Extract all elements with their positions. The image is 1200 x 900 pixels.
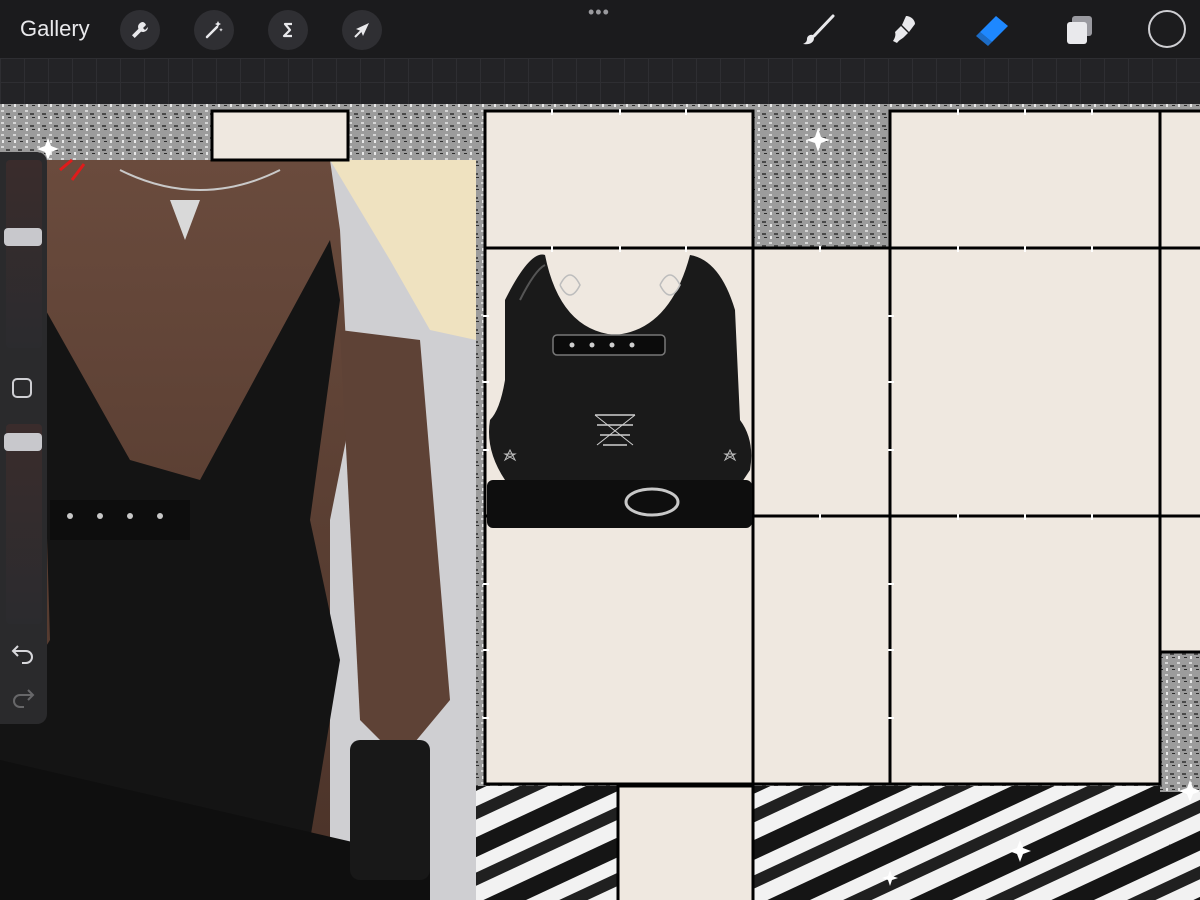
canvas-grid-backdrop bbox=[0, 58, 1200, 104]
wrench-icon[interactable] bbox=[120, 10, 160, 50]
color-picker-swatch[interactable] bbox=[1148, 10, 1186, 48]
redo-icon[interactable] bbox=[10, 684, 36, 708]
opacity-thumb[interactable] bbox=[4, 433, 42, 451]
transform-arrow-icon[interactable] bbox=[342, 10, 382, 50]
collage-artwork bbox=[0, 104, 1200, 900]
brush-icon[interactable] bbox=[798, 10, 838, 50]
selection-s-icon[interactable] bbox=[268, 10, 308, 50]
eraser-icon[interactable] bbox=[972, 10, 1012, 50]
more-options-icon[interactable]: ••• bbox=[588, 2, 610, 23]
square-modify-icon[interactable] bbox=[12, 378, 32, 398]
layers-icon[interactable] bbox=[1060, 10, 1100, 50]
brush-sidebar bbox=[0, 152, 47, 724]
smudge-icon[interactable] bbox=[884, 10, 924, 50]
undo-icon[interactable] bbox=[10, 640, 36, 664]
brush-size-thumb[interactable] bbox=[4, 228, 42, 246]
magic-wand-icon[interactable] bbox=[194, 10, 234, 50]
drawing-canvas[interactable] bbox=[0, 104, 1200, 900]
gallery-button[interactable]: Gallery bbox=[20, 16, 90, 42]
brush-size-slider[interactable] bbox=[4, 160, 42, 348]
top-toolbar: Gallery ••• bbox=[0, 0, 1200, 58]
opacity-slider[interactable] bbox=[4, 424, 42, 624]
